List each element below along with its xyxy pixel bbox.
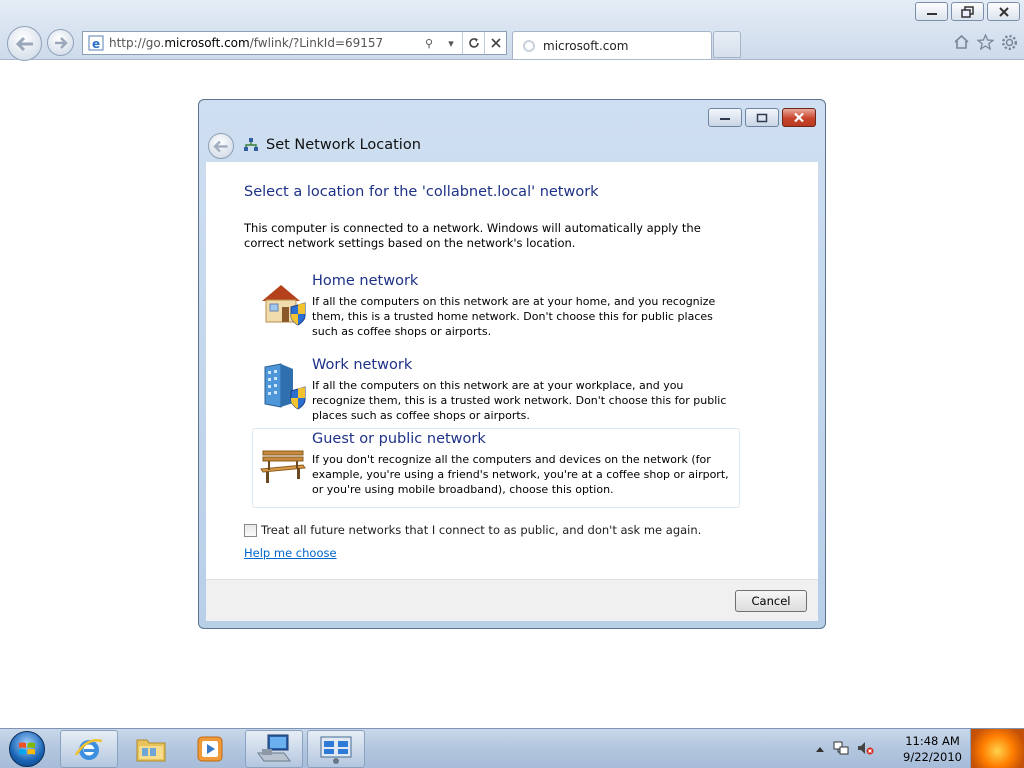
show-desktop-button[interactable] [970,729,1024,768]
stop-icon [490,38,501,48]
treat-as-public-label: Treat all future networks that I connect… [261,523,702,537]
chevron-up-icon [816,747,824,752]
windows-logo-icon [9,731,45,767]
favorites-button[interactable] [976,33,994,51]
restore-button[interactable] [951,2,984,21]
option-public-description: If you don't recognize all the computers… [312,453,729,496]
treat-as-public-checkbox[interactable] [244,523,257,537]
dialog-intro: This computer is connected to a network.… [244,221,701,250]
internet-explorer-icon [74,739,103,760]
action-center-button[interactable] [833,740,849,759]
home-button[interactable] [952,33,970,51]
gear-icon [1001,34,1017,50]
browser-window-controls [915,2,1020,21]
dialog-footer: Cancel [206,579,818,621]
clock-date: 9/22/2010 [903,750,962,764]
show-hidden-icons-button[interactable] [815,742,825,756]
back-button[interactable] [7,26,42,61]
restore-icon [961,5,974,18]
option-public-title: Guest or public network [312,431,486,447]
ie-page-icon: e [88,35,104,51]
home-network-icon [262,285,306,326]
back-arrow-icon [15,36,33,51]
dialog-heading: Select a location for the 'collabnet.loc… [244,184,599,200]
dialog-title-text: Set Network Location [266,137,421,153]
cancel-button[interactable]: Cancel [735,590,807,612]
treat-as-public-checkbox-row[interactable]: Treat all future networks that I connect… [244,523,701,537]
option-work-description: If all the computers on this network are… [312,379,727,422]
option-home-description: If all the computers on this network are… [312,295,716,338]
minimize-button[interactable] [915,2,948,21]
dialog-window-controls [708,108,816,127]
close-button[interactable] [987,2,1020,21]
address-dropdown-icon[interactable]: ▾ [440,32,462,54]
home-icon [953,34,969,49]
svg-text:e: e [92,37,100,51]
option-home-network[interactable]: Home network If all the computers on thi… [252,270,740,350]
browser-tools [952,33,1018,51]
dialog-body: Select a location for the 'collabnet.loc… [206,162,818,579]
search-icon[interactable]: ⚲ [418,32,440,54]
forward-button[interactable] [47,29,74,56]
close-icon [998,6,1009,17]
taskbar-windows-explorer[interactable] [122,730,180,768]
clock[interactable]: 11:48 AM 9/22/2010 [903,733,962,765]
browser-toolbar: e http://go.microsoft.com/fwlink/?LinkId… [0,0,1024,61]
park-bench-icon [260,450,306,483]
taskbar-network-setup[interactable] [245,730,303,768]
option-public-network[interactable]: Guest or public network If you don't rec… [252,428,740,508]
taskbar-media-player[interactable] [182,730,240,768]
minimize-icon [720,117,730,120]
forward-arrow-icon [54,36,68,49]
dialog-close-button[interactable] [782,108,816,127]
system-tray [815,729,874,768]
new-tab-button[interactable] [713,31,741,58]
option-home-title: Home network [312,273,419,289]
refresh-button[interactable] [462,32,484,54]
computer-network-icon [257,734,291,762]
network-status-icon [833,741,849,754]
close-icon [794,112,804,123]
tab-microsoft[interactable]: microsoft.com [512,31,712,59]
network-center-icon [320,736,352,764]
loading-icon [523,39,535,52]
start-button[interactable] [4,730,50,768]
taskbar-internet-explorer[interactable] [60,730,118,768]
set-network-location-dialog: Set Network Location Select a location f… [198,99,826,629]
taskbar-network-center[interactable] [307,730,365,768]
folder-icon [136,739,166,762]
media-player-icon [197,736,223,762]
address-url[interactable]: http://go.microsoft.com/fwlink/?LinkId=6… [109,36,418,50]
option-work-network[interactable]: Work network If all the computers on thi… [252,354,740,434]
back-arrow-icon [213,140,228,152]
minimize-icon [926,12,937,15]
clock-time: 11:48 AM [905,734,960,748]
stop-button[interactable] [484,32,506,54]
network-icon [244,138,258,151]
dialog-title: Set Network Location [243,137,421,153]
star-icon [976,34,994,50]
maximize-icon [756,113,768,122]
volume-button[interactable] [857,740,874,759]
dialog-maximize-button[interactable] [745,108,779,127]
address-bar[interactable]: e http://go.microsoft.com/fwlink/?LinkId… [82,31,507,55]
option-work-title: Work network [312,357,413,373]
dialog-minimize-button[interactable] [708,108,742,127]
taskbar: 11:48 AM 9/22/2010 [0,728,1024,768]
tools-button[interactable] [1000,33,1018,51]
tab-title: microsoft.com [543,38,629,53]
refresh-icon [468,38,479,48]
volume-muted-icon [858,741,874,754]
work-network-icon [264,363,306,410]
help-me-choose-link[interactable]: Help me choose [244,546,337,560]
dialog-back-button[interactable] [208,133,234,159]
